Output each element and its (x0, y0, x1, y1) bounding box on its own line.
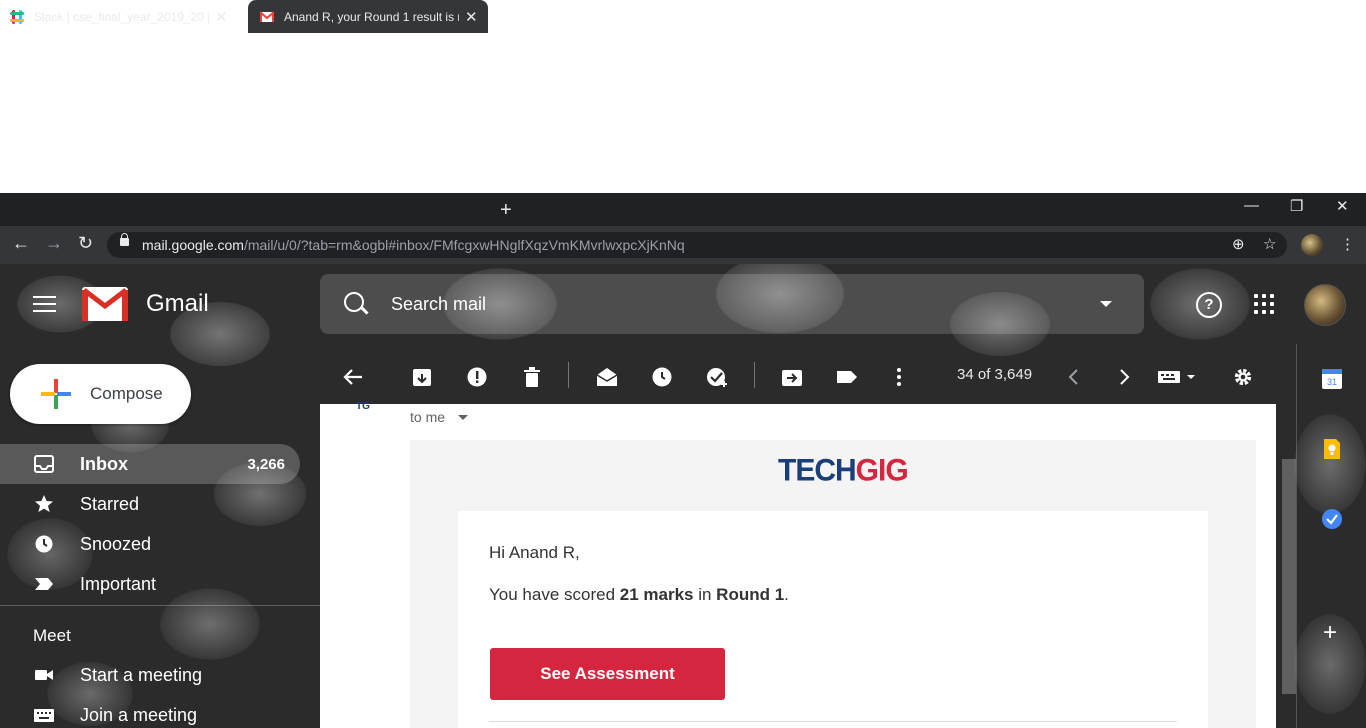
details-caret-icon[interactable] (458, 415, 468, 420)
back-to-inbox-icon[interactable] (342, 367, 364, 387)
sidebar-item-starred[interactable]: Starred (0, 484, 300, 524)
sidebar-item-label: Inbox (80, 454, 128, 474)
new-tab-icon[interactable]: + (500, 199, 512, 222)
tasks-icon[interactable] (1321, 508, 1343, 530)
add-to-tasks-icon[interactable] (706, 367, 728, 387)
google-apps-icon[interactable] (1254, 294, 1274, 314)
search-icon[interactable] (344, 292, 364, 312)
side-panel-divider (1296, 344, 1297, 728)
sidebar-item-label: Important (80, 574, 157, 594)
lock-icon (120, 233, 129, 246)
compose-plus-icon (41, 379, 71, 409)
sidebar-item-start-meeting[interactable]: Start a meeting (0, 655, 300, 695)
video-icon (35, 670, 53, 680)
close-window-icon[interactable]: ✕ (1336, 197, 1349, 215)
email-divider (489, 721, 1177, 722)
gmail-wordmark: Gmail (146, 290, 209, 317)
tab-title: Anand R, your Round 1 result is r (284, 9, 459, 24)
toolbar-separator (568, 362, 569, 388)
gmail-icon (259, 10, 275, 24)
browser-tab-bar (0, 193, 1366, 226)
compose-button[interactable]: Compose (10, 364, 191, 424)
zoom-icon[interactable]: ⊕ (1232, 235, 1245, 253)
help-icon[interactable]: ? (1196, 292, 1222, 318)
report-spam-icon[interactable] (466, 367, 488, 387)
move-to-icon[interactable] (781, 367, 803, 387)
more-options-icon[interactable] (888, 367, 910, 387)
sidebar-item-important[interactable]: Important (0, 564, 300, 604)
recipient-label[interactable]: to me (410, 409, 445, 425)
input-tools-icon[interactable] (1157, 367, 1201, 387)
chevron-left-icon[interactable] (1063, 367, 1085, 387)
search-options-icon[interactable] (1100, 301, 1112, 307)
toolbar-separator (754, 362, 755, 388)
close-icon[interactable]: ✕ (215, 8, 228, 26)
account-avatar[interactable] (1304, 284, 1346, 326)
compose-label: Compose (90, 384, 163, 403)
sidebar-item-label: Start a meeting (80, 665, 203, 685)
main-menu-icon[interactable] (33, 296, 56, 312)
tab-title: Slack | cse_final_year_2019_20 | A (34, 9, 209, 24)
gmail-app: Gmail Search mail ? Compose Inbox 3,266 … (0, 264, 1366, 728)
mark-unread-icon[interactable] (596, 367, 618, 387)
restore-icon[interactable]: ❐ (1290, 197, 1303, 215)
archive-icon[interactable] (411, 367, 433, 387)
back-icon[interactable]: ← (12, 233, 30, 254)
calendar-icon[interactable]: 31 (1321, 368, 1343, 390)
inbox-icon (34, 455, 54, 473)
chevron-right-icon[interactable] (1113, 367, 1135, 387)
svg-text:31: 31 (1327, 377, 1337, 387)
settings-gear-icon[interactable] (1232, 367, 1254, 387)
chrome-profile-avatar[interactable] (1301, 234, 1323, 256)
search-input[interactable]: Search mail (391, 294, 486, 315)
see-assessment-button[interactable]: See Assessment (490, 648, 725, 700)
inbox-count: 3,266 (247, 456, 285, 473)
keyboard-icon (34, 709, 54, 722)
star-icon (35, 495, 53, 512)
tab-slack[interactable]: Slack | cse_final_year_2019_20 | A ✕ (10, 0, 242, 33)
important-icon (35, 578, 53, 590)
tab-gmail[interactable]: Anand R, your Round 1 result is r ✕ (248, 0, 488, 33)
clock-icon (35, 535, 53, 553)
sidebar-item-label: Snoozed (80, 534, 152, 554)
sidebar-item-label: Starred (80, 494, 140, 514)
email-greeting: Hi Anand R, (489, 543, 580, 562)
chrome-menu-icon[interactable]: ⋮ (1340, 235, 1355, 253)
sidebar-item-join-meeting[interactable]: Join a meeting (0, 695, 300, 728)
reload-icon[interactable]: ↻ (78, 233, 93, 254)
delete-icon[interactable] (521, 367, 543, 387)
keep-icon[interactable] (1321, 438, 1343, 460)
get-addons-icon[interactable]: + (1323, 619, 1337, 647)
gmail-logo-icon (82, 287, 128, 321)
label-icon[interactable] (836, 367, 858, 387)
sidebar-item-label: Join a meeting (80, 705, 198, 725)
url-text[interactable]: mail.google.com/mail/u/0/?tab=rm&ogbl#in… (142, 237, 685, 253)
email-score-text: You have scored 21 marks in Round 1. (489, 585, 789, 604)
sender-avatar: TG (356, 401, 370, 412)
meet-heading: Meet (33, 626, 71, 645)
slack-icon (10, 9, 24, 24)
snooze-icon[interactable] (651, 367, 673, 387)
scrollbar[interactable] (1282, 459, 1296, 694)
close-icon[interactable]: ✕ (465, 8, 478, 26)
techgig-logo: TECHGIG (778, 453, 909, 488)
bookmark-star-icon[interactable]: ☆ (1263, 235, 1276, 253)
minimize-icon[interactable]: — (1244, 197, 1259, 214)
message-pager: 34 of 3,649 (957, 366, 1033, 383)
forward-icon[interactable]: → (45, 233, 63, 254)
sidebar-item-snoozed[interactable]: Snoozed (0, 524, 300, 564)
divider (0, 605, 320, 606)
sidebar-item-inbox[interactable]: Inbox 3,266 (0, 444, 300, 484)
